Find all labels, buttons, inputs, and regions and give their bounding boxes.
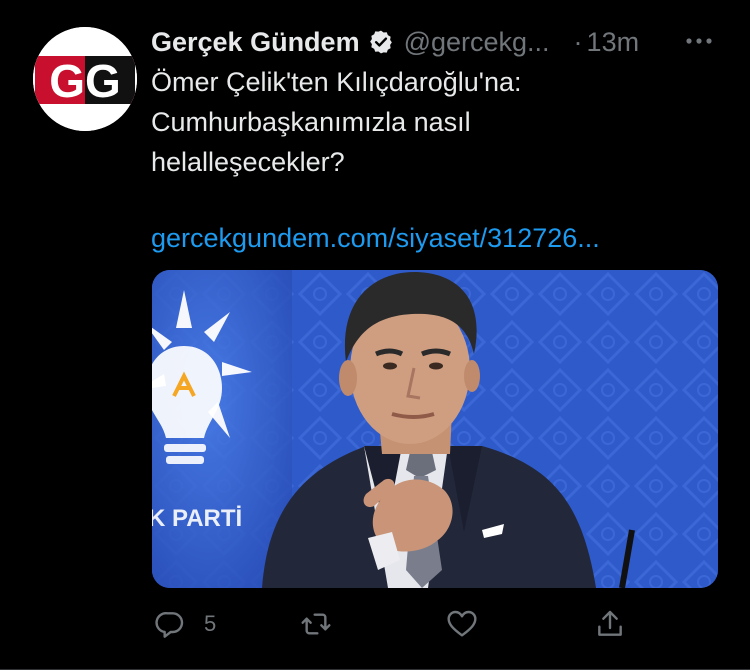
tweet-header: Gerçek Gündem @gercekg... · 13m (151, 24, 730, 60)
tweet-timestamp[interactable]: 13m (587, 27, 640, 58)
tweet-text-line: Cumhurbaşkanımızla nasıl (151, 107, 471, 137)
share-icon (598, 610, 622, 636)
press-conference-photo: K PARTİ (152, 270, 718, 588)
reply-count: 5 (204, 611, 217, 636)
tweet[interactable]: GG Gerçek Gündem @gercekg... · 13m Ömer … (0, 0, 750, 670)
heart-icon (447, 610, 477, 637)
retweet-icon (301, 613, 331, 635)
tweet-link[interactable]: gercekgundem.com/siyaset/312726... (151, 218, 600, 258)
tweet-media-image[interactable]: K PARTİ (152, 270, 718, 588)
tweet-text: Ömer Çelik'ten Kılıçdaroğlu'na: Cumhurba… (151, 62, 711, 182)
share-button[interactable] (594, 604, 626, 644)
tweet-text-line: helalleşecekler? (151, 147, 345, 177)
author-handle[interactable]: @gercekg... (404, 27, 550, 58)
reply-icon (155, 612, 184, 638)
author-avatar[interactable]: GG (33, 27, 137, 131)
gg-logo: GG (33, 27, 137, 131)
reply-button[interactable]: 5 (154, 604, 216, 644)
separator-dot: · (573, 26, 583, 57)
action-bar: 5 (0, 600, 750, 650)
tweet-text-line: Ömer Çelik'ten Kılıçdaroğlu'na: (151, 67, 522, 97)
more-options-icon[interactable] (684, 28, 714, 54)
like-button[interactable] (446, 604, 496, 644)
author-name[interactable]: Gerçek Gündem (151, 27, 360, 58)
retweet-button[interactable] (300, 604, 350, 644)
avatar-text: GG (49, 55, 121, 107)
verified-badge-icon (369, 30, 392, 54)
backdrop-text: K PARTİ (152, 505, 242, 532)
